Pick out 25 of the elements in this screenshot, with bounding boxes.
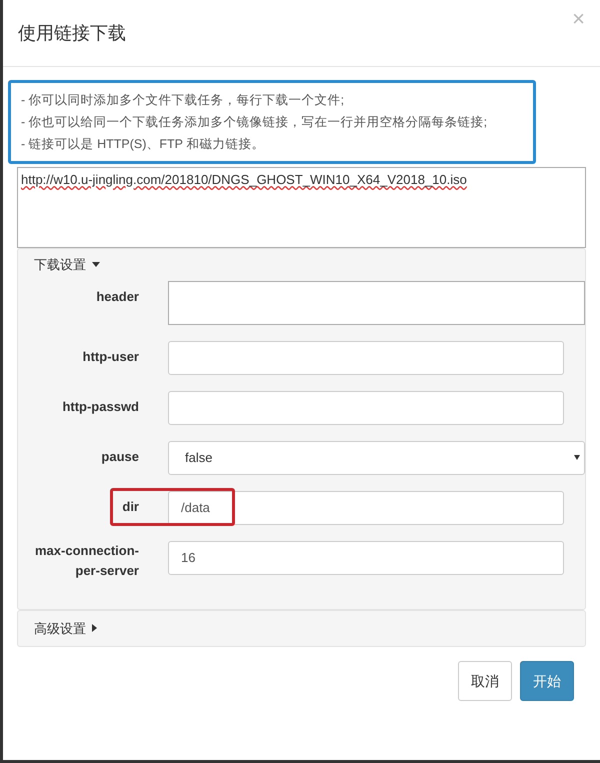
select-field[interactable]: false [168, 440, 585, 474]
caret-icon [92, 624, 97, 632]
input-field[interactable] [168, 340, 564, 374]
field-label: pause [100, 448, 139, 466]
section-toggle[interactable]: 高级设置 [34, 618, 97, 638]
field-label: http-user [82, 348, 139, 366]
input-field[interactable]: 16 [168, 540, 564, 574]
dialog-button[interactable]: 开始 [520, 661, 574, 701]
select-value: false [185, 448, 212, 467]
url-input[interactable]: http://w10.u-jingling.com/201810/DNGS_GHOST_WIN10_X64_V2018_10.iso [17, 167, 586, 248]
hint-text: - 你可以同时添加多个文件下载任务，每行下载一个文件; [21, 92, 346, 109]
field-label: header [95, 288, 139, 306]
dialog-button[interactable]: 取消 [458, 661, 512, 701]
caret-icon [92, 262, 100, 268]
dropdown-icon [574, 455, 580, 460]
hint-text: - 你也可以给同一个下载任务添加多个镜像链接，写在一行并用空格分隔每条链接; [21, 114, 488, 131]
field-label: dir [121, 498, 139, 516]
dialog-title: 使用链接下载 [18, 22, 126, 44]
input-field[interactable] [168, 390, 564, 424]
field-label: http-passwd [61, 398, 139, 416]
header-input[interactable] [168, 280, 585, 324]
hint-text: - 链接可以是 HTTP(S)、FTP 和磁力链接。 [21, 136, 266, 153]
field-label: max-connection-per-server [34, 542, 139, 580]
input-field[interactable]: /data [168, 490, 564, 524]
section-toggle[interactable]: 下载设置 [34, 255, 100, 274]
